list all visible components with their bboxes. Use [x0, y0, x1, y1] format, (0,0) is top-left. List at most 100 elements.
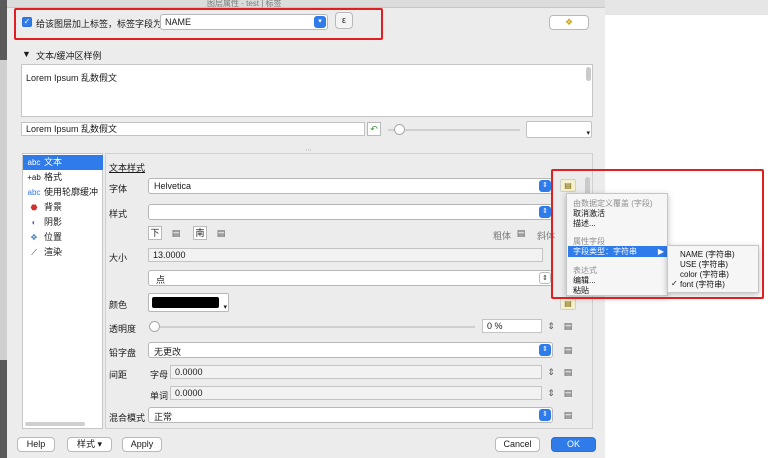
- ok-button[interactable]: OK: [551, 437, 596, 452]
- italic-button[interactable]: 斜体: [537, 229, 555, 242]
- background-window-strip: [0, 0, 7, 458]
- rendering-icon: ⟋: [31, 248, 37, 257]
- letter-spacing-label: 字母: [150, 370, 169, 380]
- style-menu-label: 样式: [76, 439, 95, 449]
- case-combo[interactable]: 无更改 ⇕: [148, 342, 553, 358]
- size-unit-value: 点: [156, 275, 166, 285]
- strikeout-button[interactable]: 南: [193, 226, 207, 240]
- menu-item-field-type[interactable]: 字段类型：字符串 ▶: [568, 246, 668, 257]
- opacity-input[interactable]: 0 %: [482, 319, 542, 333]
- blend-mode-label: 混合模式: [109, 413, 146, 423]
- size-label: 大小: [109, 253, 128, 263]
- data-defined-override-icon[interactable]: ▤: [562, 320, 574, 332]
- preview-scale-slider[interactable]: [388, 129, 520, 131]
- menu-item-describe[interactable]: 描述...: [573, 218, 596, 229]
- sidebar-item-label: 位置: [44, 232, 63, 242]
- sample-text-input[interactable]: Lorem Ipsum 乱数假文: [21, 122, 365, 136]
- chevron-updown-icon: ⇕: [539, 180, 551, 192]
- preview-scrollbar[interactable]: [586, 67, 591, 81]
- opacity-slider-knob[interactable]: [149, 321, 160, 332]
- sidebar-item-shadow[interactable]: ◐ 阴影: [23, 215, 103, 230]
- blend-mode-combo[interactable]: 正常 ⇕: [148, 407, 553, 423]
- buffer-icon: abc: [27, 188, 41, 197]
- spinbox-arrows-icon[interactable]: ⇕: [545, 320, 557, 332]
- sidebar-item-placement[interactable]: ✥ 位置: [23, 230, 103, 245]
- opacity-slider[interactable]: [150, 326, 475, 328]
- shadow-icon: ◐: [31, 218, 37, 227]
- sidebar-item-text[interactable]: abc 文本: [23, 155, 103, 170]
- chevron-updown-icon: ⇕: [539, 409, 551, 421]
- case-label: 铅字盘: [109, 348, 137, 358]
- chevron-down-icon: ▾: [223, 304, 227, 311]
- size-unit-combo[interactable]: 点 ⇕: [148, 270, 553, 286]
- sample-section-title: 文本/缓冲区样例: [36, 51, 102, 61]
- data-defined-override-icon[interactable]: ▤: [562, 344, 574, 356]
- spinbox-arrows-icon[interactable]: ⇕: [545, 366, 557, 378]
- menu-item-paste[interactable]: 粘贴: [573, 285, 589, 296]
- color-button[interactable]: ▾: [148, 293, 229, 312]
- preview-background-color-button[interactable]: ▾: [526, 121, 592, 138]
- word-spacing-input[interactable]: 0.0000: [170, 386, 542, 400]
- spacing-label: 间距: [109, 370, 128, 380]
- sidebar-scrollbar[interactable]: [25, 422, 85, 426]
- sidebar-item-label: 使用轮廓缓冲: [44, 187, 99, 197]
- sidebar-item-label: 背景: [44, 202, 63, 212]
- chevron-down-icon[interactable]: ▼: [22, 49, 31, 59]
- spinbox-arrows-icon[interactable]: ⇕: [545, 387, 557, 399]
- sidebar-item-label: 阴影: [44, 217, 63, 227]
- data-defined-override-icon[interactable]: ▤: [562, 387, 574, 399]
- format-icon: +ab: [27, 173, 41, 182]
- cancel-button[interactable]: Cancel: [495, 437, 540, 452]
- label-field-combo[interactable]: NAME ▾: [160, 14, 328, 30]
- blend-mode-value: 正常: [154, 412, 173, 422]
- chevron-down-icon: ▾: [314, 16, 326, 28]
- bold-button[interactable]: 粗体: [493, 229, 511, 242]
- submenu-item-font[interactable]: font (字符串): [680, 279, 725, 290]
- data-defined-override-icon[interactable]: ▤: [560, 297, 576, 310]
- chevron-updown-icon: ⇕: [539, 344, 551, 356]
- chevron-down-icon: ▾: [586, 130, 590, 137]
- enable-labels-checkbox[interactable]: ✓: [22, 17, 32, 27]
- help-button[interactable]: Help: [17, 437, 55, 452]
- data-defined-context-menu: 由数据定义覆盖 (字段) 取消激活 描述... 属性字段 字段类型：字符串 ▶ …: [566, 193, 668, 296]
- sidebar-item-background[interactable]: ⬣ 背景: [23, 200, 103, 215]
- data-defined-override-icon[interactable]: ▤: [562, 366, 574, 378]
- data-defined-override-icon[interactable]: ▤: [515, 227, 527, 239]
- letter-spacing-input[interactable]: 0.0000: [170, 365, 542, 379]
- chevron-down-icon: ▾: [94, 439, 103, 449]
- data-defined-override-icon[interactable]: ▤: [215, 227, 227, 239]
- data-defined-override-icon[interactable]: ▤: [170, 227, 182, 239]
- style-menu-button[interactable]: 样式 ▾: [67, 437, 112, 452]
- opacity-label: 透明度: [109, 324, 137, 334]
- data-defined-override-icon[interactable]: ▤: [560, 179, 576, 192]
- sample-preview-text: Lorem Ipsum 乱数假文: [26, 73, 118, 83]
- font-combo[interactable]: Helvetica ⇕: [148, 178, 553, 194]
- chevron-updown-icon: ⇕: [539, 272, 551, 284]
- style-combo[interactable]: ⇕: [148, 204, 553, 220]
- field-type-submenu: NAME (字符串) USE (字符串) color (字符串) ✓ font …: [667, 245, 759, 293]
- reset-sample-button[interactable]: ↶: [367, 122, 381, 136]
- font-label: 字体: [109, 184, 128, 194]
- sidebar-item-label: 格式: [44, 172, 63, 182]
- placement-icon: ✥: [30, 233, 38, 242]
- underline-button[interactable]: 下: [148, 226, 162, 240]
- sidebar-item-buffer[interactable]: abc 使用轮廓缓冲: [23, 185, 103, 200]
- enable-labels-label: 给该图层加上标签，标签字段为: [36, 19, 163, 29]
- sidebar-item-rendering[interactable]: ⟋ 渲染: [23, 245, 103, 260]
- data-defined-override-icon[interactable]: ▤: [562, 409, 574, 421]
- word-spacing-label: 单词: [150, 391, 169, 401]
- color-label: 颜色: [109, 300, 128, 310]
- case-value: 无更改: [154, 347, 182, 357]
- style-manager-button[interactable]: ❖: [549, 15, 589, 30]
- sidebar-item-format[interactable]: +ab 格式: [23, 170, 103, 185]
- sidebar-item-label: 文本: [44, 157, 63, 167]
- menu-item-field-type-label: 字段类型：字符串: [573, 247, 637, 256]
- size-input[interactable]: 13.0000: [148, 248, 543, 262]
- check-icon: ✓: [671, 279, 678, 288]
- apply-button[interactable]: Apply: [122, 437, 162, 452]
- preview-scale-knob[interactable]: [394, 124, 405, 135]
- window-titlebar: 图层属性 - test | 标签: [7, 0, 605, 8]
- background-icon: ⬣: [30, 203, 38, 212]
- expression-button[interactable]: ε: [335, 12, 353, 29]
- background-toolbar: [605, 0, 768, 15]
